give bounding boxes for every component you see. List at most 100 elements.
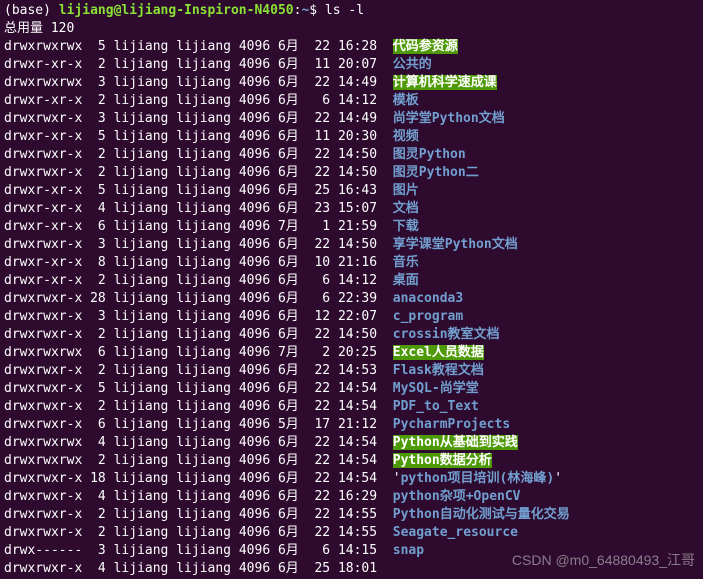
list-item: drwxr-xr-x 4 lijiang lijiang 4096 6月 23 … (4, 200, 699, 218)
file-name: 享学课堂Python文档 (393, 237, 518, 252)
size: 4096 (231, 381, 270, 396)
group: lijiang (168, 39, 231, 54)
permissions: drwxr-xr-x (4, 201, 82, 216)
month: 6月 (270, 147, 299, 162)
link-count: 2 (82, 165, 105, 180)
permissions: drwxrwxr-x (4, 381, 82, 396)
total-line: 总用量 120 (4, 20, 699, 38)
permissions: drwxrwxr-x (4, 147, 82, 162)
month: 6月 (270, 255, 299, 270)
day: 12 (299, 309, 330, 324)
month: 6月 (270, 57, 299, 72)
time: 14:15 (330, 543, 393, 558)
file-name: 代码参资源 (393, 39, 458, 54)
owner: lijiang (106, 507, 169, 522)
permissions: drwxrwxrwx (4, 75, 82, 90)
group: lijiang (168, 129, 231, 144)
month: 6月 (270, 453, 299, 468)
size: 4096 (231, 561, 270, 576)
group: lijiang (168, 561, 231, 576)
link-count: 5 (82, 129, 105, 144)
month: 6月 (270, 75, 299, 90)
link-count: 6 (82, 219, 105, 234)
file-name: 视频 (393, 129, 419, 144)
permissions: drwxr-xr-x (4, 129, 82, 144)
size: 4096 (231, 165, 270, 180)
link-count: 3 (82, 543, 105, 558)
day: 17 (299, 417, 330, 432)
time: 14:49 (330, 111, 393, 126)
link-count: 3 (82, 309, 105, 324)
day: 25 (299, 561, 330, 576)
conda-env: base (12, 3, 43, 18)
day: 22 (299, 39, 330, 54)
list-item: drwxrwxr-x 3 lijiang lijiang 4096 6月 22 … (4, 236, 699, 254)
file-name: Seagate_resource (393, 525, 518, 540)
size: 4096 (231, 93, 270, 108)
list-item: drwxr-xr-x 5 lijiang lijiang 4096 6月 11 … (4, 128, 699, 146)
list-item: drwxrwxr-x 2 lijiang lijiang 4096 6月 22 … (4, 362, 699, 380)
list-item: drwxrwxrwx 6 lijiang lijiang 4096 7月 2 2… (4, 344, 699, 362)
link-count: 4 (82, 561, 105, 576)
month: 7月 (270, 219, 299, 234)
group: lijiang (168, 543, 231, 558)
permissions: drwxrwxr-x (4, 489, 82, 504)
list-item: drwxrwxr-x 2 lijiang lijiang 4096 6月 22 … (4, 506, 699, 524)
permissions: drwxrwxrwx (4, 453, 82, 468)
day: 22 (299, 363, 330, 378)
size: 4096 (231, 525, 270, 540)
owner: lijiang (106, 219, 169, 234)
quote-open: ' (393, 471, 401, 486)
file-name: snap (393, 543, 424, 558)
file-name: python项目培训(林海峰) (401, 471, 555, 486)
size: 4096 (231, 237, 270, 252)
list-item: drwxrwxrwx 2 lijiang lijiang 4096 6月 22 … (4, 452, 699, 470)
list-item: drwxrwxr-x 6 lijiang lijiang 4096 5月 17 … (4, 416, 699, 434)
group: lijiang (168, 345, 231, 360)
list-item: drwxr-xr-x 2 lijiang lijiang 4096 6月 11 … (4, 56, 699, 74)
owner: lijiang (106, 237, 169, 252)
list-item: drwxr-xr-x 8 lijiang lijiang 4096 6月 10 … (4, 254, 699, 272)
group: lijiang (168, 525, 231, 540)
list-item: drwxrwxr-x 2 lijiang lijiang 4096 6月 22 … (4, 164, 699, 182)
file-name: Python自动化测试与量化交易 (393, 507, 570, 522)
owner: lijiang (106, 165, 169, 180)
size: 4096 (231, 183, 270, 198)
day: 11 (299, 57, 330, 72)
owner: lijiang (106, 291, 169, 306)
time: 21:59 (330, 219, 393, 234)
permissions: drwxrwxr-x (4, 363, 82, 378)
size: 4096 (231, 309, 270, 324)
command-input[interactable]: ls -l (325, 3, 364, 18)
group: lijiang (168, 57, 231, 72)
day: 22 (299, 507, 330, 522)
month: 6月 (270, 471, 299, 486)
group: lijiang (168, 309, 231, 324)
link-count: 4 (82, 435, 105, 450)
owner: lijiang (106, 543, 169, 558)
size: 4096 (231, 435, 270, 450)
permissions: drwxrwxrwx (4, 435, 82, 450)
day: 22 (299, 327, 330, 342)
group: lijiang (168, 489, 231, 504)
group: lijiang (168, 201, 231, 216)
month: 6月 (270, 201, 299, 216)
list-item: drwxrwxr-x 4 lijiang lijiang 4096 6月 22 … (4, 488, 699, 506)
month: 6月 (270, 489, 299, 504)
link-count: 5 (82, 381, 105, 396)
file-name: 模板 (393, 93, 419, 108)
owner: lijiang (106, 273, 169, 288)
month: 6月 (270, 111, 299, 126)
time: 14:50 (330, 327, 393, 342)
time: 14:54 (330, 399, 393, 414)
group: lijiang (168, 435, 231, 450)
month: 6月 (270, 237, 299, 252)
group: lijiang (168, 291, 231, 306)
time: 16:29 (330, 489, 393, 504)
owner: lijiang (106, 417, 169, 432)
paren-open: ( (4, 3, 12, 18)
month: 6月 (270, 273, 299, 288)
file-name: python杂项+OpenCV (393, 489, 521, 504)
month: 6月 (270, 507, 299, 522)
size: 4096 (231, 453, 270, 468)
